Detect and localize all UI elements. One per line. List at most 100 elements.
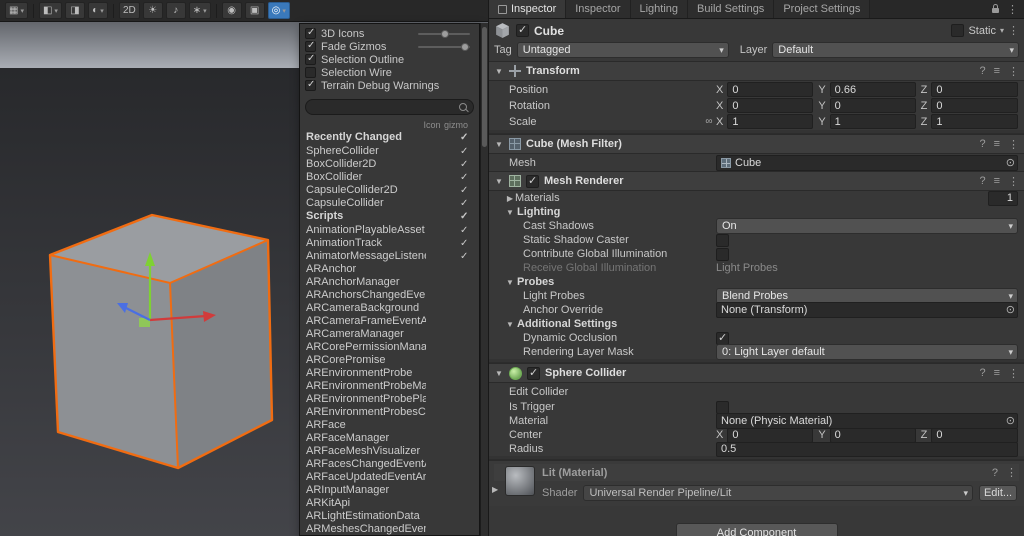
position-z-field[interactable]: 0 [931, 82, 1018, 97]
section-recently-changed[interactable]: Recently Changed [300, 130, 479, 144]
gizmo-list-item[interactable]: ARAnchor [300, 262, 479, 275]
physic-material-object-field[interactable]: None (Physic Material) ⊙ [716, 413, 1018, 429]
sphere-collider-enabled-checkbox[interactable] [527, 366, 540, 380]
gizmo-list-item[interactable]: ARKitApi [300, 496, 479, 509]
gameobject-enabled-checkbox[interactable] [516, 23, 529, 37]
layer-dropdown[interactable]: Default [772, 42, 1019, 58]
checkbox[interactable] [305, 67, 316, 78]
help-icon[interactable]: ? [979, 65, 985, 77]
gizmo-list-item[interactable]: AnimatorMessageListener [300, 249, 479, 262]
checkbox[interactable] [305, 53, 316, 65]
foldout-icon[interactable]: ▼ [494, 177, 504, 186]
menu-icon[interactable]: ⋮ [1006, 466, 1017, 479]
material-preview-thumbnail[interactable] [505, 466, 535, 496]
3d-icons-slider[interactable] [418, 30, 470, 38]
scale-z-field[interactable]: 1 [931, 114, 1018, 129]
scene-audio-button[interactable]: ♪ [165, 2, 186, 19]
transform-header[interactable]: ▼ Transform ? ≡ ⋮ [489, 61, 1024, 81]
lighting-foldout[interactable]: ▼ Lighting [489, 205, 1024, 219]
gizmo-list-item[interactable]: ARFaceUpdatedEventArgs [300, 470, 479, 483]
materials-count-field[interactable]: 1 [988, 190, 1018, 206]
gizmo-list-item[interactable]: CapsuleCollider [300, 196, 479, 209]
material-header[interactable]: Lit (Material) ? ⋮ [494, 464, 1019, 481]
checkbox[interactable] [305, 40, 316, 52]
foldout-icon[interactable]: ▶ [505, 194, 515, 203]
help-icon[interactable]: ? [979, 175, 985, 187]
static-shadow-caster-checkbox[interactable] [716, 233, 729, 247]
gizmos-option-3d-icons[interactable]: 3D Icons [300, 27, 479, 40]
header-menu-icon[interactable]: ⋮ [1008, 24, 1019, 37]
check-icon[interactable] [460, 159, 468, 170]
tab-project-settings[interactable]: Project Settings [774, 0, 871, 18]
check-icon[interactable] [460, 225, 468, 236]
check-icon[interactable] [460, 251, 468, 262]
check-icon[interactable] [460, 132, 468, 143]
check-icon[interactable] [460, 211, 468, 222]
help-icon[interactable]: ? [979, 367, 985, 379]
preset-icon[interactable]: ≡ [994, 138, 1000, 150]
gizmo-list-item[interactable]: ARCameraManager [300, 327, 479, 340]
probes-foldout[interactable]: ▼ Probes [489, 275, 1024, 289]
preset-icon[interactable]: ≡ [994, 367, 1000, 379]
slider-knob[interactable] [460, 43, 469, 51]
gizmo-list-item[interactable]: BoxCollider2D [300, 157, 479, 170]
foldout-icon[interactable]: ▼ [505, 278, 515, 287]
gizmo-list-item[interactable]: ARFacesChangedEventArgs [300, 457, 479, 470]
section-scripts[interactable]: Scripts [300, 209, 479, 223]
camera-settings-button[interactable]: ▣ [244, 2, 265, 19]
gizmo-list-item[interactable]: SphereCollider [300, 144, 479, 157]
mesh-renderer-enabled-checkbox[interactable] [526, 174, 539, 188]
help-icon[interactable]: ? [979, 138, 985, 150]
static-checkbox[interactable] [951, 24, 965, 37]
check-icon[interactable] [460, 185, 468, 196]
check-icon[interactable] [460, 238, 468, 249]
is-trigger-checkbox[interactable] [716, 400, 729, 414]
gizmo-list-item[interactable]: ARMeshesChangedEventArgs [300, 522, 479, 535]
lock-icon[interactable] [992, 4, 999, 13]
add-component-button[interactable]: Add Component [675, 523, 838, 536]
gizmos-option-terrain-debug[interactable]: Terrain Debug Warnings [300, 79, 479, 92]
preset-icon[interactable]: ≡ [994, 175, 1000, 187]
cast-shadows-dropdown[interactable]: On [716, 218, 1018, 234]
foldout-icon[interactable]: ▼ [494, 140, 504, 149]
mesh-filter-header[interactable]: ▼ Cube (Mesh Filter) ? ≡ ⋮ [489, 134, 1024, 154]
menu-icon[interactable]: ⋮ [1008, 175, 1019, 188]
scrollbar-thumb[interactable] [482, 27, 487, 147]
center-z-field[interactable]: 0 [931, 427, 1018, 443]
gizmo-list-item[interactable]: ARInputManager [300, 483, 479, 496]
check-icon[interactable] [460, 198, 468, 209]
materials-row[interactable]: ▶ Materials 1 [489, 190, 1024, 206]
menu-icon[interactable]: ⋮ [1008, 138, 1019, 151]
gizmo-list-item[interactable]: ARFaceMeshVisualizer [300, 444, 479, 457]
center-y-field[interactable]: 0 [829, 427, 916, 443]
gizmos-dropdown-button[interactable]: ◎ ▾ [267, 2, 290, 19]
tab-inspector-2[interactable]: Inspector [566, 0, 631, 18]
menu-icon[interactable]: ⋮ [1008, 367, 1019, 380]
checkbox[interactable] [305, 27, 316, 39]
dynamic-occlusion-checkbox[interactable] [716, 331, 729, 345]
shaded-toggle-button[interactable]: ◧ ▾ [38, 2, 62, 19]
help-icon[interactable]: ? [992, 467, 998, 479]
foldout-icon[interactable]: ▼ [505, 208, 515, 217]
gizmo-list-item[interactable]: ARCameraBackground [300, 301, 479, 314]
scale-x-field[interactable]: 1 [727, 114, 814, 129]
static-dropdown-caret[interactable]: ▾ [1000, 26, 1004, 35]
menu-icon[interactable]: ⋮ [1008, 65, 1019, 78]
check-icon[interactable] [460, 146, 468, 157]
render-mode-button[interactable]: ◐ ▾ [87, 2, 108, 19]
gizmos-option-fade-gizmos[interactable]: Fade Gizmos [300, 40, 479, 53]
gizmos-search-field[interactable] [305, 99, 474, 115]
gizmo-list-item[interactable]: ARLightEstimationData [300, 509, 479, 522]
gizmo-list-item[interactable]: ARCorePermissionManager [300, 340, 479, 353]
object-picker-icon[interactable]: ⊙ [1006, 303, 1015, 316]
gizmo-list-item[interactable]: AnimationPlayableAsset [300, 223, 479, 236]
gizmo-list-item[interactable]: ARAnchorsChangedEventArgs [300, 288, 479, 301]
draw-mode-button[interactable]: ▦ ▾ [5, 2, 28, 19]
gizmo-list-item[interactable]: AREnvironmentProbesChanged [300, 405, 479, 418]
sphere-collider-header[interactable]: ▼ Sphere Collider ? ≡ ⋮ [489, 363, 1024, 383]
radius-field[interactable]: 0.5 [716, 441, 1018, 457]
rendering-layer-mask-dropdown[interactable]: 0: Light Layer default [716, 344, 1018, 360]
tab-inspector[interactable]: Inspector [489, 0, 567, 18]
foldout-icon[interactable]: ▼ [494, 67, 504, 76]
rotation-y-field[interactable]: 0 [829, 98, 916, 113]
